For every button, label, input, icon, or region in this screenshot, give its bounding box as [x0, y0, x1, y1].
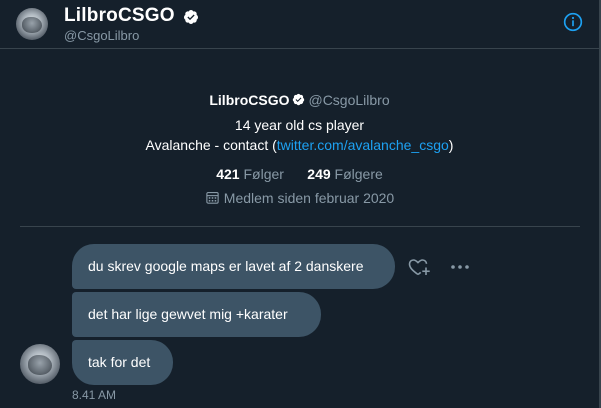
following-stat[interactable]: 421 Følger — [216, 166, 284, 182]
header-display-name[interactable]: LilbroCSGO — [64, 5, 175, 27]
following-count: 421 — [216, 166, 240, 182]
conversation-header: LilbroCSGO @CsgoLilbro — [0, 0, 599, 49]
followers-count: 249 — [307, 166, 331, 182]
verified-badge-icon — [293, 93, 305, 106]
info-icon[interactable] — [563, 12, 583, 32]
calendar-icon — [206, 191, 219, 204]
sender-avatar[interactable] — [20, 344, 60, 384]
bio-prefix: Avalanche - contact ( — [145, 137, 277, 153]
more-horizontal-icon[interactable] — [450, 262, 470, 272]
header-avatar[interactable] — [16, 8, 48, 40]
followers-label: Følgere — [334, 166, 383, 182]
joined-text: Medlem siden februar 2020 — [223, 190, 395, 206]
profile-display-name: LilbroCSGO — [209, 92, 290, 108]
profile-handle: @CsgoLilbro — [308, 92, 390, 108]
profile-joined: Medlem siden februar 2020 — [0, 190, 599, 206]
message-bubble[interactable]: tak for det — [72, 340, 173, 385]
profile-name-row[interactable]: LilbroCSGO @CsgoLilbro — [0, 92, 599, 108]
following-label: Følger — [243, 166, 284, 182]
followers-stat[interactable]: 249 Følgere — [307, 166, 382, 182]
heart-plus-icon[interactable] — [407, 257, 431, 277]
verified-badge-icon — [183, 10, 198, 24]
message-bubble[interactable]: det har lige gewvet mig +karater — [72, 292, 321, 337]
bio-suffix: ) — [448, 137, 454, 153]
dm-conversation-view: LilbroCSGO @CsgoLilbro LilbroCSGO @CsgoL… — [0, 0, 601, 408]
profile-bio-line-1: 14 year old cs player — [234, 117, 365, 133]
bio-link[interactable]: twitter.com/avalanche_csgo — [277, 137, 449, 153]
profile-bio-line-2: Avalanche - contact (twitter.com/avalanc… — [0, 137, 599, 153]
message-bubble[interactable]: du skrev google maps er lavet af 2 dansk… — [72, 244, 395, 289]
message-timestamp: 8.41 AM — [72, 388, 117, 402]
profile-stats: 421 Følger 249 Følgere — [0, 166, 599, 182]
header-handle: @CsgoLilbro — [64, 28, 140, 43]
divider — [20, 226, 580, 227]
